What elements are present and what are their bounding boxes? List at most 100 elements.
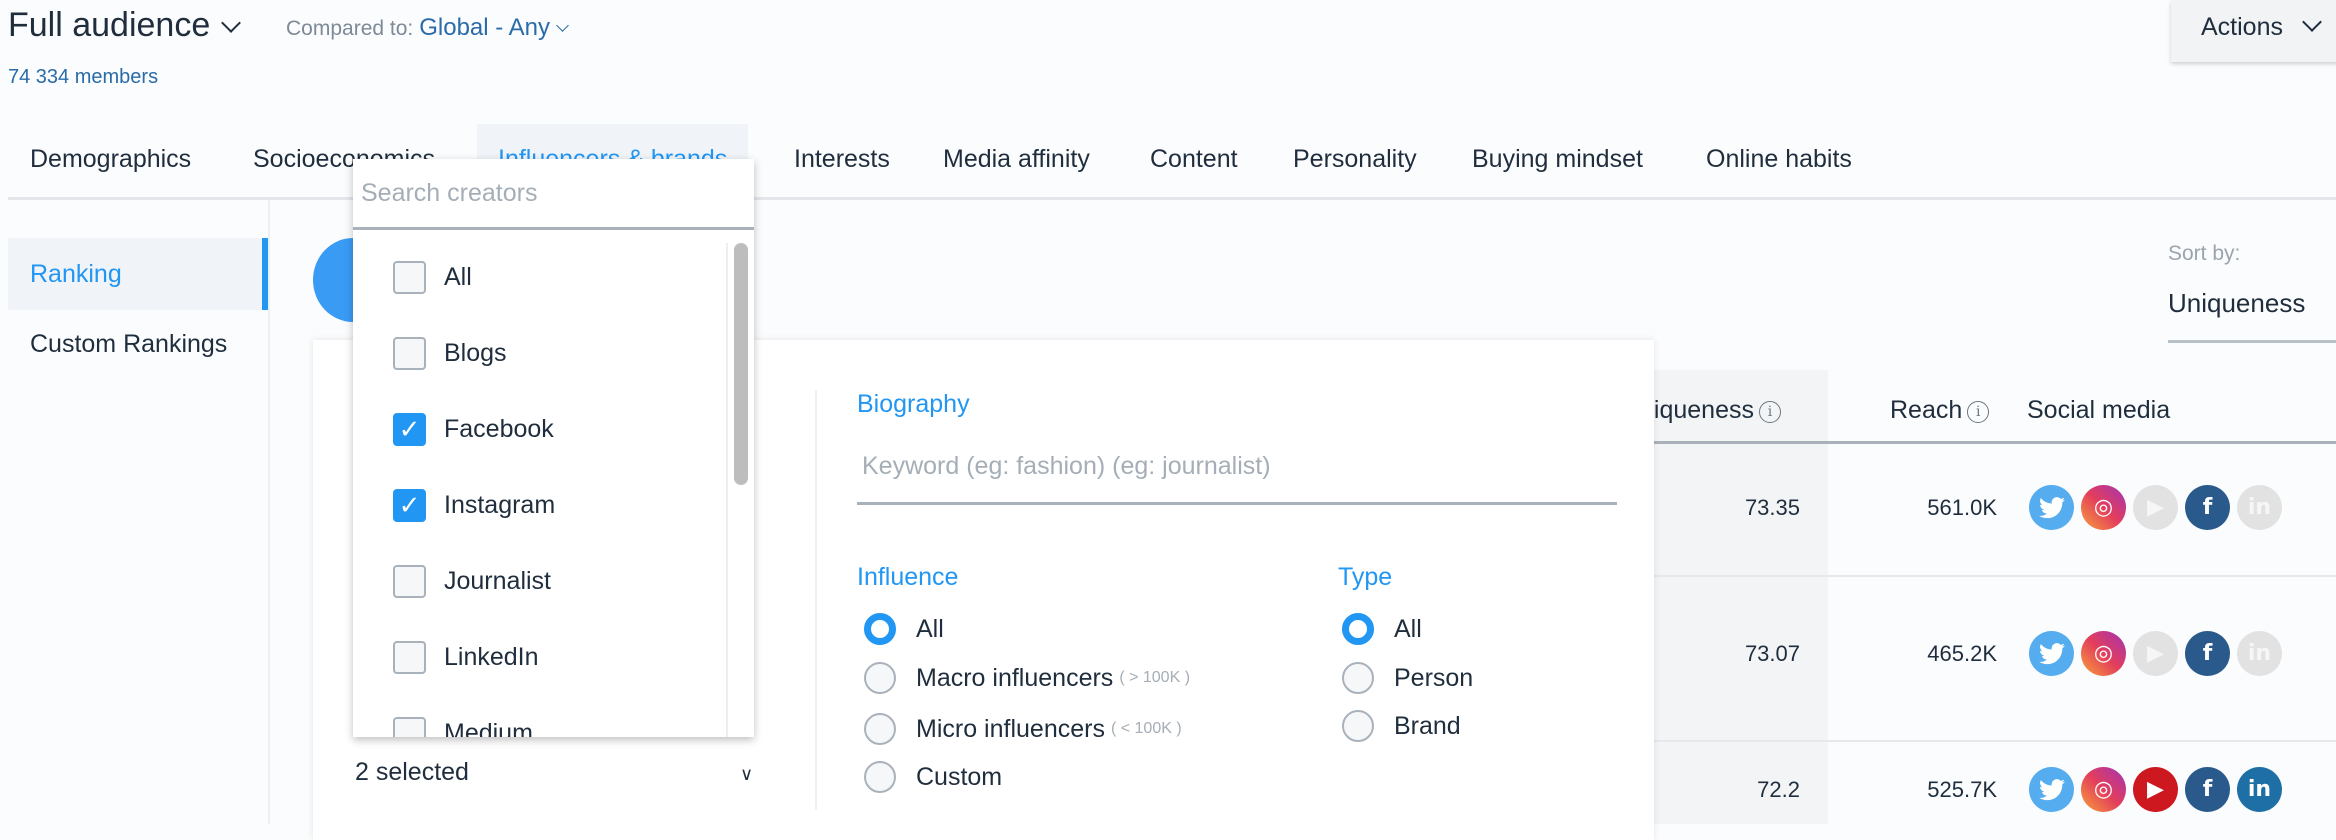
creator-option[interactable]: ✓ Instagram <box>393 480 555 530</box>
scrollbar[interactable] <box>726 243 754 737</box>
radio-button[interactable] <box>864 761 896 793</box>
chevron-down-icon <box>556 19 569 32</box>
linkedin-icon[interactable]: in <box>2237 631 2282 676</box>
members-count: 74 334 members <box>8 66 159 88</box>
option-label: Macro influencers <box>916 663 1114 692</box>
twitter-icon[interactable] <box>2029 767 2074 812</box>
youtube-icon[interactable]: ▶ <box>2133 767 2178 812</box>
sidebar-item-custom-rankings[interactable]: Custom Rankings <box>8 308 268 380</box>
search-creators-input[interactable]: Search creators <box>353 159 754 230</box>
sidebar: Ranking Custom Rankings <box>0 200 270 824</box>
chevron-down-icon[interactable]: ∨ <box>740 764 753 785</box>
instagram-icon[interactable]: ◎ <box>2081 767 2126 812</box>
radio-button[interactable] <box>864 713 896 745</box>
instagram-icon[interactable]: ◎ <box>2081 485 2126 530</box>
sort-label: Sort by: <box>2168 242 2241 265</box>
option-label: All <box>916 614 944 643</box>
panel-divider <box>815 390 817 810</box>
tab-personality[interactable]: Personality <box>1293 124 1417 197</box>
facebook-icon[interactable]: f <box>2185 485 2230 530</box>
instagram-icon[interactable]: ◎ <box>2081 631 2126 676</box>
creator-option[interactable]: Blogs <box>393 328 507 378</box>
option-label: Facebook <box>444 414 554 443</box>
influence-label: Influence <box>857 563 959 591</box>
twitter-icon[interactable] <box>2029 485 2074 530</box>
influence-option[interactable]: All <box>864 613 950 645</box>
tab-buying-mindset[interactable]: Buying mindset <box>1472 124 1643 197</box>
scrollbar-thumb[interactable] <box>734 243 748 485</box>
social-icons: ◎ ▶ f in <box>2029 485 2282 530</box>
radio-button[interactable] <box>1342 613 1374 645</box>
youtube-icon[interactable]: ▶ <box>2133 631 2178 676</box>
option-label: Custom <box>916 762 1003 791</box>
sidebar-item-ranking[interactable]: Ranking <box>8 238 268 310</box>
option-label: Instagram <box>444 490 556 519</box>
row-divider <box>1654 740 2336 742</box>
biography-keyword-input[interactable]: Keyword (eg: fashion) (eg: journalist) <box>862 452 1271 481</box>
option-label: Medium <box>444 718 533 738</box>
checkbox[interactable] <box>393 336 426 370</box>
twitter-icon[interactable] <box>2029 631 2074 676</box>
option-label: All <box>444 262 472 291</box>
creator-option[interactable]: ✓ Facebook <box>393 404 554 454</box>
option-hint: ( > 100K ) <box>1119 669 1191 686</box>
uniqueness-value: 72.2 <box>1757 777 1800 802</box>
audience-selector[interactable]: Full audience <box>8 6 242 45</box>
tab-demographics[interactable]: Demographics <box>30 124 191 197</box>
tab-content[interactable]: Content <box>1150 124 1238 197</box>
biography-label: Biography <box>857 390 970 418</box>
influence-option[interactable]: Custom <box>864 761 1008 793</box>
type-option[interactable]: All <box>1342 613 1422 645</box>
type-option[interactable]: Brand <box>1342 710 1461 742</box>
audience-title: Full audience <box>8 6 211 44</box>
radio-button[interactable] <box>864 662 896 694</box>
linkedin-icon[interactable]: in <box>2237 767 2282 812</box>
creator-option[interactable]: Medium <box>393 708 533 737</box>
header-reach[interactable]: Reach i <box>1890 396 1990 425</box>
header-uniqueness-label: niqueness <box>1640 396 1754 424</box>
type-option[interactable]: Person <box>1342 662 1473 694</box>
influence-option[interactable]: Macro influencers ( > 100K ) <box>864 662 1190 694</box>
youtube-icon[interactable]: ▶ <box>2133 485 2178 530</box>
compared-to[interactable]: Compared to: Global - Any <box>286 14 569 42</box>
row-divider <box>1654 575 2336 577</box>
option-label: Brand <box>1394 711 1461 740</box>
linkedin-icon[interactable]: in <box>2237 485 2282 530</box>
actions-label: Actions <box>2201 13 2283 41</box>
tab-interests[interactable]: Interests <box>794 124 890 197</box>
keyword-input-underline <box>857 502 1617 505</box>
actions-button[interactable]: Actions <box>2171 0 2336 62</box>
radio-button[interactable] <box>1342 662 1374 694</box>
facebook-icon[interactable]: f <box>2185 767 2230 812</box>
info-icon[interactable]: i <box>1967 401 1990 423</box>
checkbox[interactable]: ✓ <box>393 488 426 522</box>
creators-dropdown: Search creators All Blogs ✓ Facebook ✓ Instag… <box>353 159 754 737</box>
checkbox[interactable]: ✓ <box>393 412 426 446</box>
creator-option[interactable]: LinkedIn <box>393 632 539 682</box>
radio-button[interactable] <box>864 613 896 645</box>
type-label: Type <box>1338 563 1393 591</box>
header-uniqueness[interactable]: niqueness i <box>1640 396 1781 425</box>
checkbox[interactable] <box>393 260 426 294</box>
creator-option[interactable]: All <box>393 252 472 302</box>
info-icon[interactable]: i <box>1758 401 1781 423</box>
checkbox[interactable] <box>393 716 426 737</box>
creators-select[interactable]: 2 selected <box>355 758 469 787</box>
checkbox[interactable] <box>393 564 426 598</box>
tab-media-affinity[interactable]: Media affinity <box>943 124 1090 197</box>
social-icons: ◎ ▶ f in <box>2029 631 2282 676</box>
facebook-icon[interactable]: f <box>2185 631 2230 676</box>
option-label: Blogs <box>444 338 507 367</box>
radio-button[interactable] <box>1342 710 1374 742</box>
option-label: Micro influencers <box>916 714 1105 743</box>
option-label: LinkedIn <box>444 642 539 671</box>
creator-option[interactable]: Journalist <box>393 556 551 606</box>
option-label: All <box>1394 614 1422 643</box>
sort-select[interactable]: Uniqueness <box>2168 288 2336 343</box>
compared-value: Global - Any <box>419 14 550 41</box>
chevron-down-icon <box>221 13 242 33</box>
influence-option[interactable]: Micro influencers ( < 100K ) <box>864 713 1182 745</box>
header-social-media: Social media <box>2027 396 2171 424</box>
tab-online-habits[interactable]: Online habits <box>1706 124 1852 197</box>
checkbox[interactable] <box>393 640 426 674</box>
